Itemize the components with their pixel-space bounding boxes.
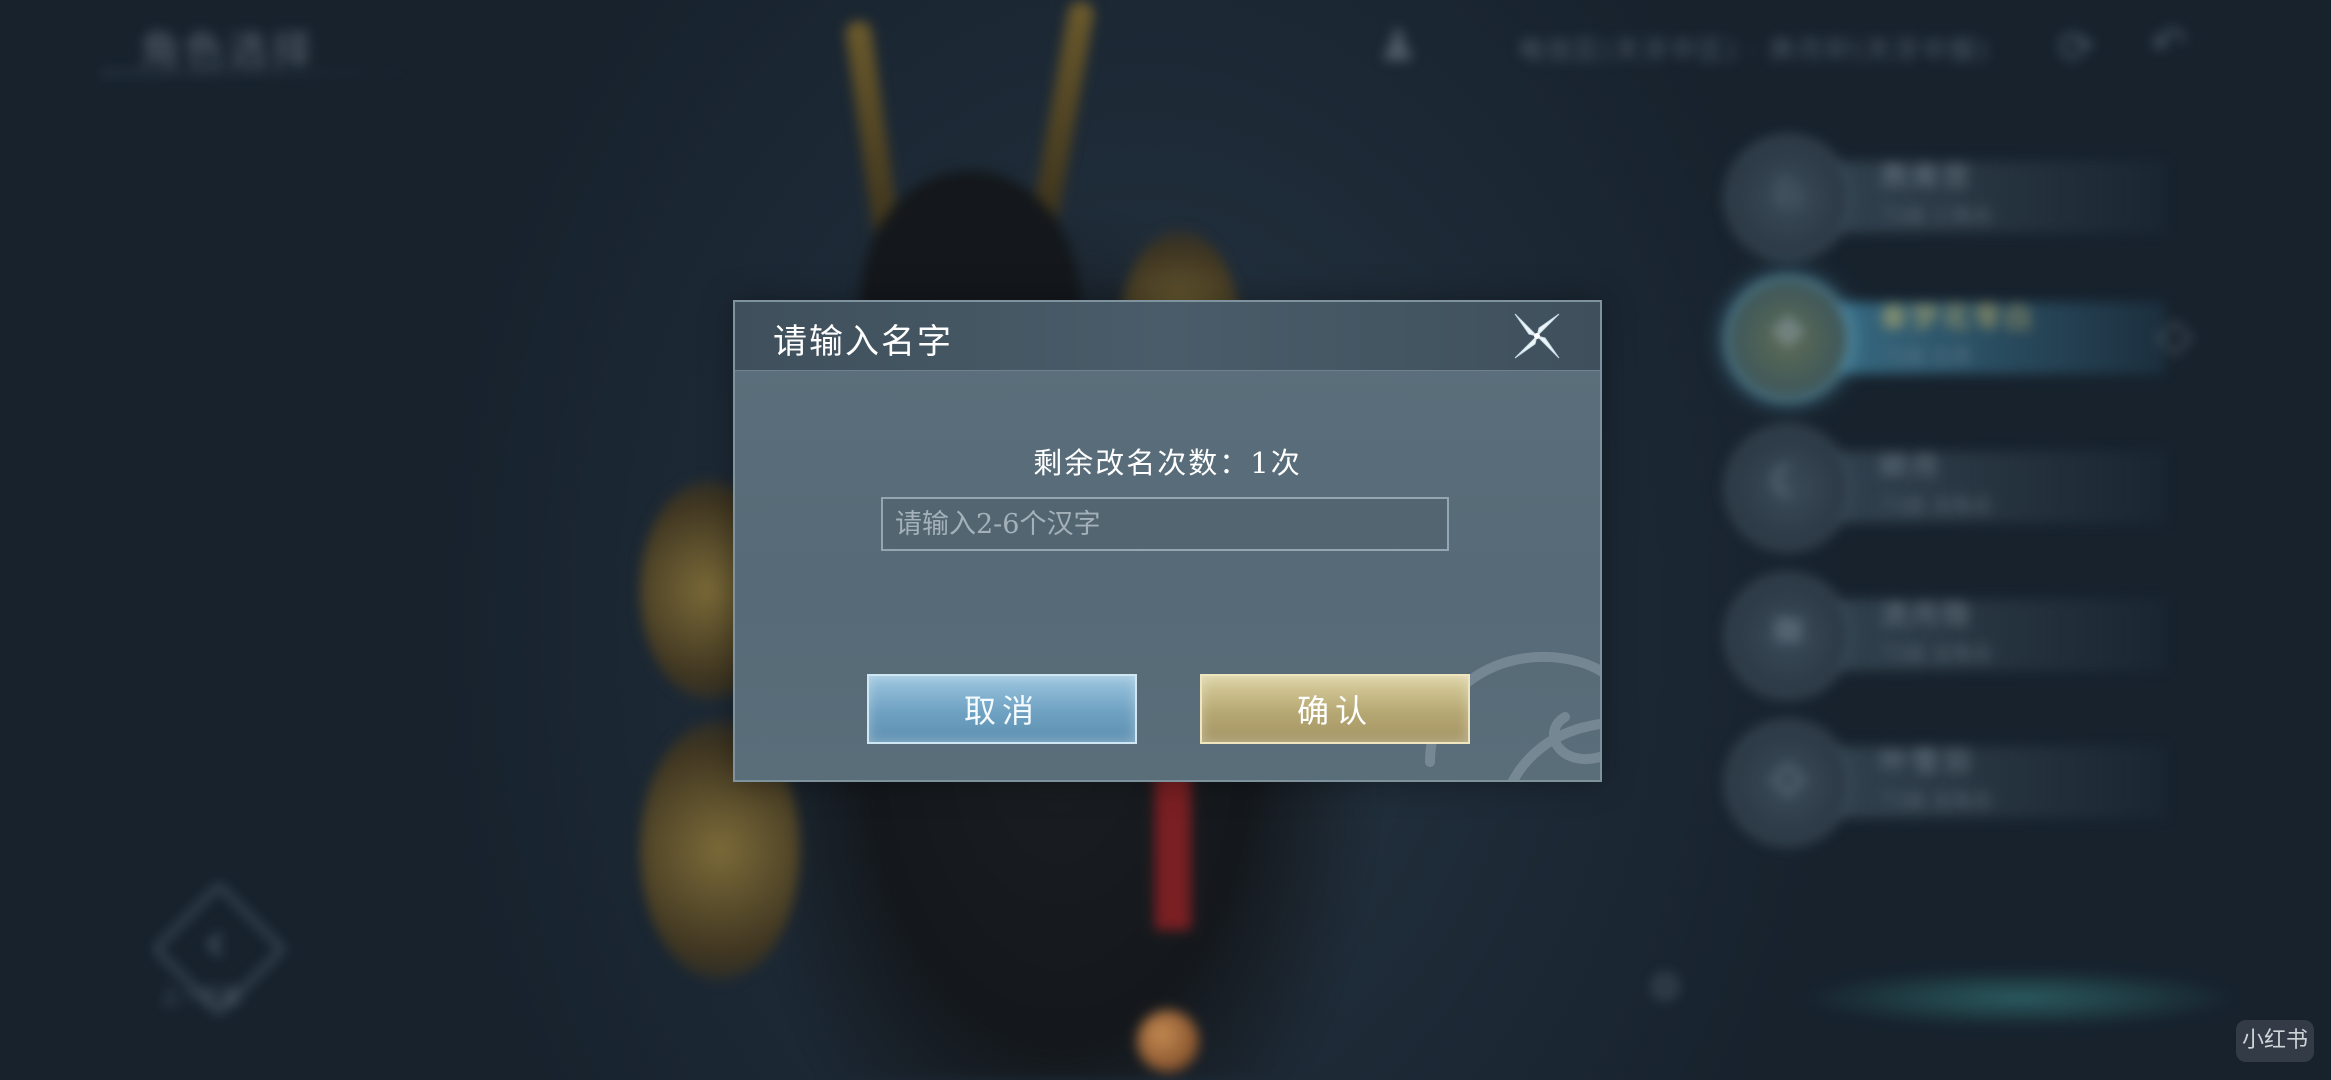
class-level: 75级 龙角龙	[1880, 641, 1992, 665]
class-name: 流月隐	[1880, 598, 1974, 631]
class-item-selected[interactable]: ❖ 秦梦花零白 75级 五黑	[1725, 276, 2192, 402]
class-item[interactable]: ♘ 燕南宫 75级 三角龙	[1725, 135, 2165, 261]
dialog-header: 请输入名字	[735, 302, 1600, 371]
rename-dialog: 请输入名字 剩余改名次数：1次 取消	[733, 300, 1602, 782]
title-underline	[100, 72, 420, 74]
close-icon[interactable]	[1511, 310, 1563, 362]
class-name: 叶雪羽	[1880, 745, 1974, 778]
class-item[interactable]: ◇ 叶雪羽 75级 龙角龙	[1725, 720, 2165, 846]
name-input[interactable]	[881, 497, 1449, 551]
back-label: 上一页面	[160, 984, 240, 1008]
character-orb	[1137, 1010, 1199, 1072]
class-name: 秦梦花零白	[1880, 301, 2036, 334]
gem-icon: ◇	[1725, 720, 1851, 846]
character-sash	[1155, 770, 1191, 930]
enter-game-button[interactable]	[1800, 968, 2240, 1028]
confirm-button[interactable]: 确认	[1200, 674, 1470, 744]
class-level: 75级 龙角龙	[1880, 493, 1992, 517]
class-level: 75级 龙角龙	[1880, 788, 1992, 812]
scroll-icon: ❖	[1725, 276, 1851, 402]
cancel-button[interactable]: 取消	[867, 674, 1137, 744]
class-name: 燕南宫	[1880, 160, 1974, 193]
person-icon[interactable]: ♟	[1378, 20, 1417, 71]
dragon-icon: ♘	[1725, 135, 1851, 261]
watermark: 小红书	[2236, 1020, 2314, 1062]
page-title: 角色选择	[140, 28, 316, 74]
wave-icon: ≋	[1725, 573, 1851, 699]
server-info[interactable]: 电信区(天牙中区) · 奔月轩(天牙中服)	[1518, 30, 1989, 67]
refresh-icon[interactable]: ⟳	[2058, 22, 2095, 73]
class-name: 碎月	[1880, 450, 1943, 483]
settings-mini-icon[interactable]: ⚙	[1630, 965, 1700, 1035]
game-screen: 角色选择 ♟ 电信区(天牙中区) · 奔月轩(天牙中服) ⟳ ↶ ‹ 上一页面 …	[0, 0, 2331, 1080]
dialog-title: 请输入名字	[773, 322, 953, 362]
class-item[interactable]: ≋ 流月隐 75级 龙角龙	[1725, 573, 2165, 699]
class-item[interactable]: ☾ 碎月 75级 龙角龙	[1725, 425, 2165, 551]
class-level: 75级 三角龙	[1880, 203, 1992, 227]
moon-icon: ☾	[1725, 425, 1851, 551]
return-icon[interactable]: ↶	[2150, 18, 2187, 69]
back-arrow-icon: ‹	[203, 910, 227, 975]
remaining-rename-count: 剩余改名次数：1次	[1033, 446, 1302, 480]
class-level: 75级 五黑	[1880, 344, 1972, 368]
